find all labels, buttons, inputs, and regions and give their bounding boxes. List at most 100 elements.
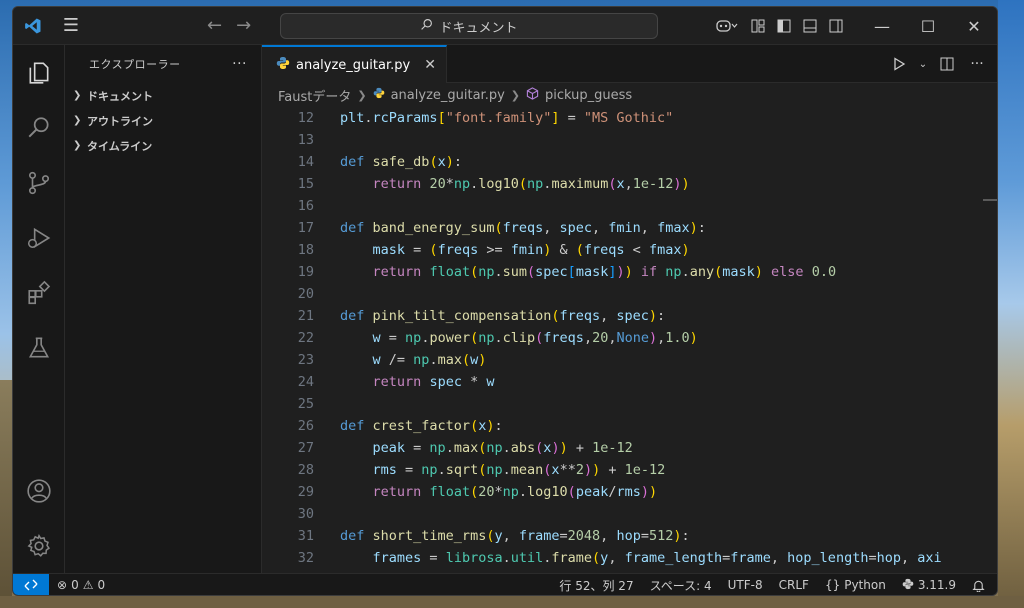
remote-indicator-icon[interactable] — [13, 573, 49, 595]
language-label: Python — [844, 578, 886, 592]
line-number: 18 — [297, 242, 314, 258]
breadcrumb: Faustデータ ❯ analyze_guitar.py ❯ pickup_gu… — [262, 83, 997, 107]
indentation[interactable]: スペース: 4 — [642, 574, 720, 595]
line-number: 21 — [297, 308, 314, 324]
code-line: 29 return float(20*np.log10(peak/rms)) — [262, 481, 997, 503]
tab-label: analyze_guitar.py — [296, 57, 411, 73]
code-line: 16 — [262, 195, 997, 217]
scrollbar-indicator[interactable] — [983, 199, 997, 201]
warning-icon: ⚠ — [82, 577, 94, 592]
chevron-right-icon: ❯ — [73, 140, 82, 151]
sidebar-title: エクスプローラー — [89, 58, 181, 71]
close-icon[interactable]: ✕ — [951, 7, 997, 45]
minimize-icon[interactable]: — — [859, 7, 905, 45]
extensions-icon[interactable] — [13, 265, 65, 320]
sidebar-section-outline[interactable]: ❯ アウトライン — [65, 108, 261, 133]
line-number: 24 — [297, 374, 314, 390]
python-file-icon — [276, 56, 290, 74]
activity-bar — [13, 45, 65, 573]
code-line: 27 peak = np.max(np.abs(x)) + 1e-12 — [262, 437, 997, 459]
vscode-window: ☰ ← → ドキュメント — ☐ ✕ エクスプローラー ··· ❯ ドキュメント… — [12, 6, 998, 596]
python-interpreter[interactable]: 3.11.9 — [894, 574, 964, 595]
notifications-bell-icon[interactable] — [964, 574, 993, 595]
code-line: 32 frames = librosa.util.frame(y, frame_… — [262, 547, 997, 569]
explorer-icon[interactable] — [13, 45, 65, 100]
code-line: 23 w /= np.max(w) — [262, 349, 997, 371]
line-number: 22 — [297, 330, 314, 346]
sidebar-section-documents[interactable]: ❯ ドキュメント — [65, 83, 261, 108]
chevron-right-icon: ❯ — [357, 88, 367, 102]
language-mode[interactable]: {} Python — [817, 574, 894, 595]
chevron-right-icon: ❯ — [73, 115, 82, 126]
code-line: 28 rms = np.sqrt(np.mean(x**2)) + 1e-12 — [262, 459, 997, 481]
testing-icon[interactable] — [13, 320, 65, 375]
layout-customize-icon[interactable] — [745, 7, 771, 45]
line-number: 19 — [297, 264, 314, 280]
line-number: 30 — [297, 506, 314, 522]
code-line: 24 return spec * w — [262, 371, 997, 393]
code-line: 20 — [262, 283, 997, 305]
code-line: 15 return 20*np.log10(np.maximum(x,1e-12… — [262, 173, 997, 195]
split-editor-icon[interactable] — [935, 52, 959, 76]
line-number: 23 — [297, 352, 314, 368]
toggle-panel-icon[interactable] — [797, 7, 823, 45]
run-dropdown-chevron-icon[interactable]: ⌄ — [917, 52, 929, 76]
line-ending[interactable]: CRLF — [771, 574, 817, 595]
error-count: 0 — [71, 577, 79, 592]
copilot-icon[interactable] — [709, 7, 745, 45]
line-number: 32 — [297, 550, 314, 566]
code-line: 17 def band_energy_sum(freqs, spec, fmin,… — [262, 217, 997, 239]
problems-indicator[interactable]: ⊗ 0 ⚠ 0 — [49, 574, 113, 596]
code-editor[interactable]: 12 plt.rcParams["font.family"] = "MS Goth… — [262, 107, 997, 573]
line-number: 25 — [297, 396, 314, 412]
line-number: 15 — [297, 176, 314, 192]
accounts-icon[interactable] — [13, 463, 65, 518]
forward-arrow-icon[interactable]: → — [236, 15, 251, 36]
code-line: 30 — [262, 503, 997, 525]
line-number: 31 — [297, 528, 314, 544]
breadcrumb-folder[interactable]: Faustデータ — [278, 86, 351, 105]
chevron-right-icon: ❯ — [73, 90, 82, 101]
line-number: 20 — [297, 286, 314, 302]
sidebar-section-timeline[interactable]: ❯ タイムライン — [65, 133, 261, 158]
encoding[interactable]: UTF-8 — [720, 574, 771, 595]
desktop-background-left — [0, 380, 12, 608]
command-center-search[interactable]: ドキュメント — [280, 13, 658, 39]
cursor-position[interactable]: 行 52、列 27 — [551, 574, 641, 595]
code-line: 31 def short_time_rms(y, frame=2048, hop=… — [262, 525, 997, 547]
toggle-sidebar-icon[interactable] — [771, 7, 797, 45]
breadcrumb-file[interactable]: analyze_guitar.py — [391, 88, 505, 103]
line-number: 28 — [297, 462, 314, 478]
code-line: 18 mask = (freqs >= fmin) & (freqs < fma… — [262, 239, 997, 261]
tab-bar: analyze_guitar.py ✕ ⌄ ··· — [262, 45, 997, 83]
maximize-icon[interactable]: ☐ — [905, 7, 951, 45]
title-bar: ☰ ← → ドキュメント — ☐ ✕ — [13, 7, 997, 45]
sidebar-section-label: アウトライン — [87, 114, 153, 128]
python-icon — [902, 578, 914, 593]
menu-icon[interactable]: ☰ — [53, 7, 89, 45]
more-actions-icon[interactable]: ··· — [232, 56, 247, 72]
code-line: 19 return float(np.sum(spec[mask])) if n… — [262, 261, 997, 283]
search-icon[interactable] — [13, 100, 65, 155]
line-number: 27 — [297, 440, 314, 456]
desktop-background-bottom — [0, 596, 1024, 608]
line-number: 17 — [297, 220, 314, 236]
python-file-icon — [373, 87, 385, 103]
vscode-logo-icon — [13, 7, 53, 45]
more-actions-icon[interactable]: ··· — [965, 52, 989, 76]
interpreter-version: 3.11.9 — [917, 578, 956, 592]
chevron-right-icon: ❯ — [510, 88, 521, 102]
run-python-file-icon[interactable] — [887, 52, 911, 76]
back-arrow-icon[interactable]: ← — [207, 15, 222, 36]
symbol-method-icon — [526, 86, 539, 104]
sidebar-section-label: ドキュメント — [87, 89, 153, 103]
source-control-icon[interactable] — [13, 155, 65, 210]
toggle-secondary-sidebar-icon[interactable] — [823, 7, 849, 45]
tab-analyze-guitar[interactable]: analyze_guitar.py ✕ — [262, 45, 447, 83]
code-line: 12 plt.rcParams["font.family"] = "MS Goth… — [262, 107, 997, 129]
settings-gear-icon[interactable] — [13, 518, 65, 573]
code-line: 25 — [262, 393, 997, 415]
tab-close-icon[interactable]: ✕ — [424, 57, 436, 73]
breadcrumb-symbol[interactable]: pickup_guess — [545, 88, 632, 103]
run-debug-icon[interactable] — [13, 210, 65, 265]
